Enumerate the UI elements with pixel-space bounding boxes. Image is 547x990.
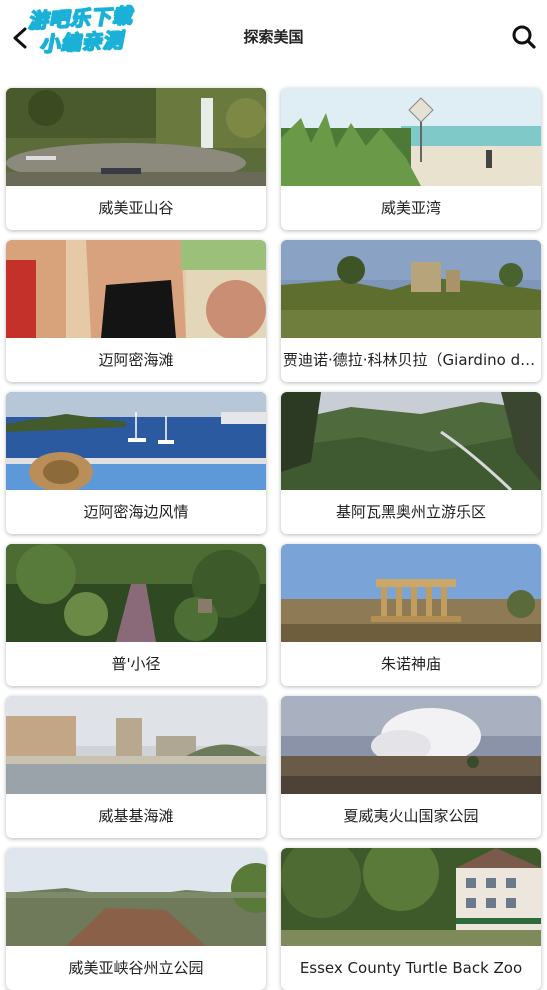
places-grid: 威美亚山谷 威美亚湾 迈阿密海滩 贾迪诺·德拉·科林贝拉（Giardino de…	[6, 88, 542, 990]
place-name: 威美亚湾	[380, 199, 441, 217]
place-card[interactable]: Essex County Turtle Back Zoo	[281, 848, 541, 990]
place-name: 威美亚山谷	[98, 199, 174, 217]
place-image	[6, 240, 266, 338]
place-image	[281, 88, 541, 186]
place-name: 贾迪诺·德拉·科林贝拉（Giardino della Collina Bella…	[283, 351, 541, 369]
place-card[interactable]: 基阿瓦黑奥州立游乐区	[281, 392, 541, 534]
place-card[interactable]: 朱诺神庙	[281, 544, 541, 686]
place-image	[281, 240, 541, 338]
search-icon[interactable]	[511, 24, 537, 50]
place-image	[6, 392, 266, 490]
place-name: 朱诺神庙	[380, 655, 441, 673]
place-image	[281, 848, 541, 946]
place-card[interactable]: 威基基海滩	[6, 696, 266, 838]
place-card[interactable]: 威美亚湾	[281, 88, 541, 230]
header-bar: 游吧乐下载 小编亲测 探索美国	[0, 0, 547, 76]
place-name: 威美亚峡谷州立公园	[68, 959, 204, 977]
place-card[interactable]: 夏威夷火山国家公园	[281, 696, 541, 838]
place-image	[281, 544, 541, 642]
place-image	[6, 88, 266, 186]
place-image	[281, 392, 541, 490]
place-card[interactable]: 迈阿密海边风情	[6, 392, 266, 534]
place-card[interactable]: 威美亚山谷	[6, 88, 266, 230]
place-card[interactable]: 贾迪诺·德拉·科林贝拉（Giardino della Collina Bella…	[281, 240, 541, 382]
place-name: 迈阿密海边风情	[83, 503, 189, 521]
place-name: 威基基海滩	[98, 807, 174, 825]
place-card[interactable]: 普'小径	[6, 544, 266, 686]
page-title: 探索美国	[243, 28, 304, 46]
place-card[interactable]: 威美亚峡谷州立公园	[6, 848, 266, 990]
place-name: 普'小径	[111, 655, 161, 673]
place-name: Essex County Turtle Back Zoo	[299, 959, 523, 977]
place-name: 夏威夷火山国家公园	[343, 807, 479, 825]
place-image	[281, 696, 541, 794]
place-image	[6, 696, 266, 794]
place-card[interactable]: 迈阿密海滩	[6, 240, 266, 382]
place-name: 迈阿密海滩	[98, 351, 174, 369]
place-image	[6, 544, 266, 642]
place-name: 基阿瓦黑奥州立游乐区	[335, 503, 486, 521]
place-image	[6, 848, 266, 946]
